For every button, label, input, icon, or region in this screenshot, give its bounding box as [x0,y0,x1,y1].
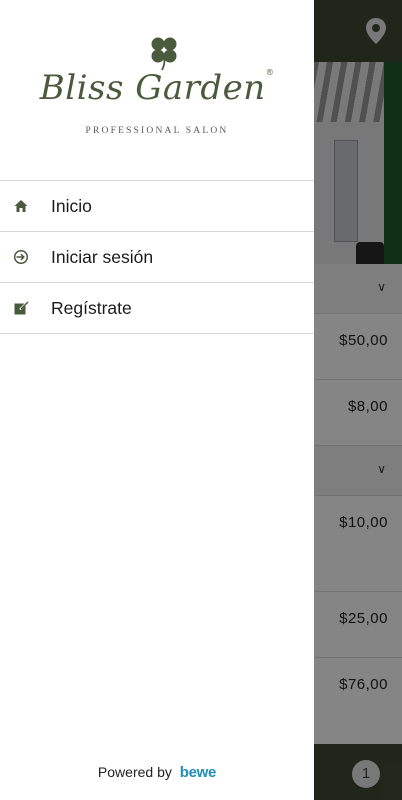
navigation-drawer: Bliss Garden® PROFESSIONAL SALON Inicio … [0,0,314,800]
powered-by: Powered by bewe [0,764,314,781]
menu-item-iniciar-sesion[interactable]: Iniciar sesión [0,232,314,283]
drawer-menu: Inicio Iniciar sesión Regístrate [0,180,314,334]
home-icon [14,200,28,212]
menu-item-registrate[interactable]: Regístrate [0,283,314,334]
bewe-logo[interactable]: bewe [180,764,217,781]
brand-logo: Bliss Garden® PROFESSIONAL SALON [0,30,314,150]
menu-item-label: Iniciar sesión [51,247,154,267]
trademark-mark: ® [265,68,275,77]
clover-icon [151,37,177,71]
sign-in-icon [13,249,29,265]
menu-item-label: Inicio [51,196,92,216]
edit-register-icon [14,301,29,315]
menu-item-label: Regístrate [51,298,132,318]
brand-name: Bliss Garden [39,68,266,108]
menu-item-inicio[interactable]: Inicio [0,181,314,232]
brand-tagline: PROFESSIONAL SALON [85,126,229,136]
powered-by-text: Powered by [97,764,172,780]
